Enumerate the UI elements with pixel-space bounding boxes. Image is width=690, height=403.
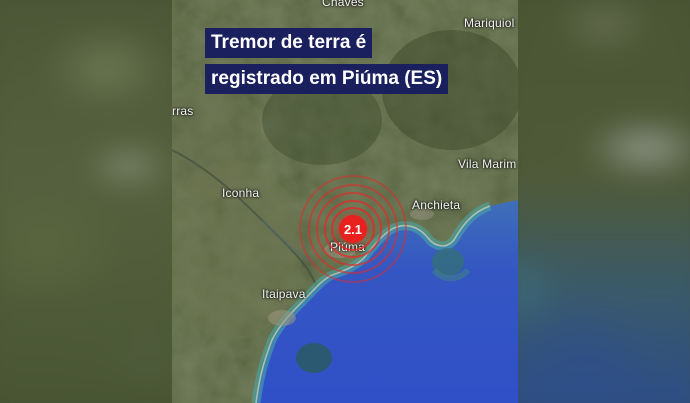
headline-line-2: registrado em Piúma (ES) [205,64,449,94]
place-label-anchieta: Anchieta [412,198,461,212]
place-label-vila-marim: Vila Marim [458,157,517,171]
place-label-mariquiol: Mariquiol [464,16,515,30]
headline-line-1: Tremor de terra é [205,28,373,58]
blurred-background-left [0,0,172,403]
place-label-rras: rras [172,104,194,118]
place-label-chaves: Chaves [322,0,364,9]
magnitude-badge: 2.1 [339,215,367,243]
place-label-iconha: Iconha [222,186,260,200]
place-label-itaipava: Itaipava [262,287,306,301]
earthquake-epicenter-marker: 2.1 [299,175,407,283]
satellite-map: Tremor de terra é registrado em Piúma (E… [172,0,518,403]
news-frame: Tremor de terra é registrado em Piúma (E… [0,0,690,403]
blurred-background-right [518,0,690,403]
